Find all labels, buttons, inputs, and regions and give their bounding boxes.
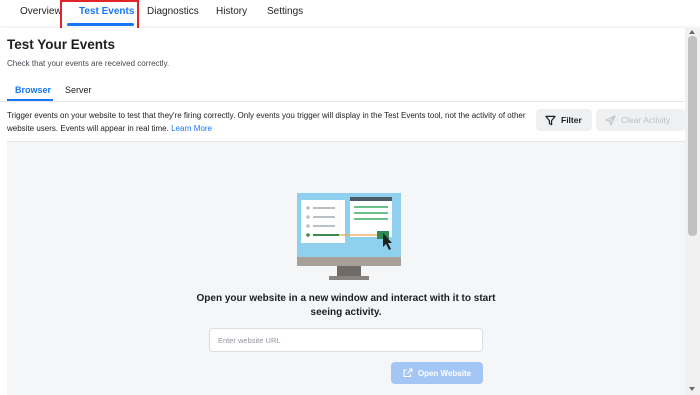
sub-tab-browser[interactable]: Browser — [15, 85, 51, 95]
learn-more-link[interactable]: Learn More — [171, 124, 212, 133]
clear-activity-label: Clear Activity — [621, 115, 671, 125]
sub-tab-divider — [0, 101, 685, 102]
empty-state-prompt: Open your website in a new window and in… — [196, 293, 496, 318]
external-link-icon — [403, 368, 413, 378]
test-events-panel: Test Your Events Check that your events … — [0, 28, 700, 395]
open-website-label: Open Website — [417, 368, 472, 378]
tab-diagnostics[interactable]: Diagnostics — [147, 6, 199, 17]
filter-label: Filter — [561, 115, 582, 125]
page-title: Test Your Events — [7, 37, 116, 52]
monitor-illustration — [297, 193, 401, 280]
annotation-highlight-box — [60, 0, 139, 31]
tab-overview[interactable]: Overview — [20, 6, 62, 17]
instructions-text: Trigger events on your website to test t… — [7, 109, 537, 135]
scroll-down-arrow-icon[interactable] — [689, 387, 695, 391]
activity-area: Open your website in a new window and in… — [7, 141, 685, 395]
instructions-body: Trigger events on your website to test t… — [7, 111, 526, 133]
send-icon — [605, 114, 616, 126]
top-tab-bar: Overview Test Events Diagnostics History… — [0, 0, 700, 31]
scrollbar[interactable] — [685, 28, 700, 395]
scrollbar-thumb[interactable] — [688, 36, 697, 236]
website-url-input[interactable] — [209, 328, 483, 352]
tab-history[interactable]: History — [216, 6, 247, 17]
clear-activity-button[interactable]: Clear Activity — [596, 109, 685, 131]
filter-icon — [545, 115, 556, 125]
open-website-button[interactable]: Open Website — [391, 362, 483, 384]
tab-settings[interactable]: Settings — [267, 6, 303, 17]
sub-tab-server[interactable]: Server — [65, 85, 92, 95]
page-subtitle: Check that your events are received corr… — [7, 59, 170, 68]
scroll-up-arrow-icon[interactable] — [689, 30, 695, 34]
filter-button[interactable]: Filter — [536, 109, 592, 131]
